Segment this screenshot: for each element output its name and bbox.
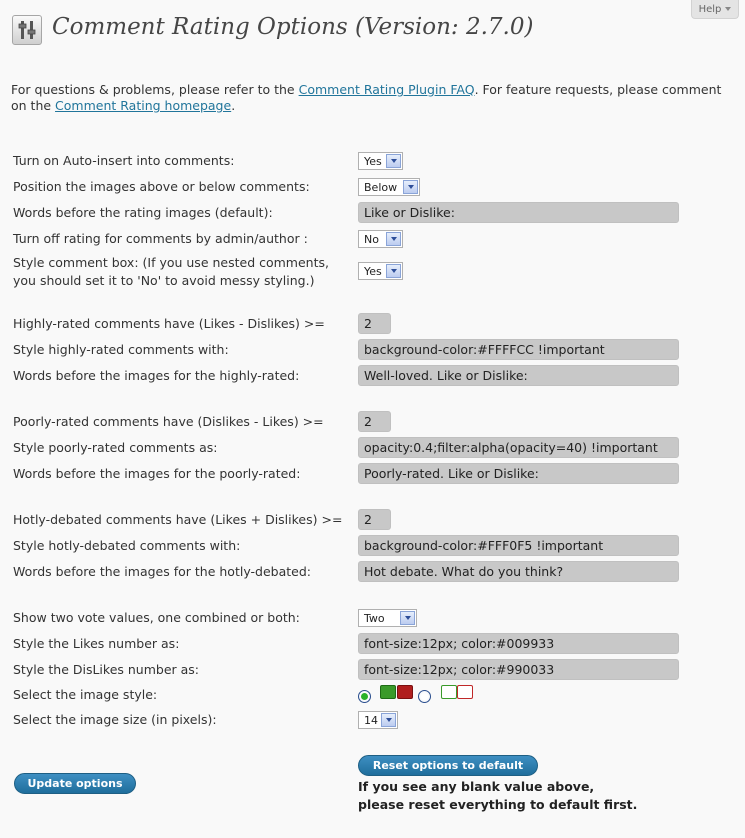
image-style-label: Select the image style: <box>13 687 158 702</box>
intro-part3: . <box>231 98 236 113</box>
intro-part1: For questions & problems, please refer t… <box>11 82 299 97</box>
page-title: Comment Rating Options (Version: 2.7.0) <box>52 14 534 40</box>
high-words-label: Words before the images for the highly-r… <box>13 368 300 383</box>
settings-sliders-icon <box>12 15 42 45</box>
image-size-label: Select the image size (in pixels): <box>13 712 217 727</box>
high-threshold-label: Highly-rated comments have (Likes - Disl… <box>13 316 325 331</box>
words-default-input[interactable]: Like or Dislike: <box>358 202 679 223</box>
update-options-button[interactable]: Update options <box>14 773 136 794</box>
style-box-label: Style comment box: (If you use nested co… <box>13 254 329 290</box>
admin-off-value: No <box>364 232 379 246</box>
image-size-select[interactable]: 14 <box>358 711 398 729</box>
help-label: Help <box>698 3 722 15</box>
style-box-label-line2: you should set it to 'No' to avoid messy… <box>13 273 315 288</box>
high-style-label: Style highly-rated comments with: <box>13 342 229 357</box>
position-label: Position the images above or below comme… <box>13 179 310 194</box>
thumbs-up-icon <box>380 685 396 699</box>
admin-off-label: Turn off rating for comments by admin/au… <box>13 231 308 246</box>
reset-note-line1: If you see any blank value above, <box>358 779 595 794</box>
dislikes-style-input[interactable]: font-size:12px; color:#990033 <box>358 659 679 680</box>
poor-threshold-input[interactable]: 2 <box>358 411 391 432</box>
image-style-radio-2[interactable] <box>418 690 431 703</box>
chevron-down-icon <box>725 7 732 11</box>
reset-note: If you see any blank value above, please… <box>358 778 637 814</box>
style-box-value: Yes <box>364 264 382 278</box>
position-value: Below <box>364 180 398 194</box>
auto-insert-value: Yes <box>364 154 382 168</box>
poor-style-label: Style poorly-rated comments as: <box>13 440 218 455</box>
vote-values-label: Show two vote values, one combined or bo… <box>13 610 300 625</box>
chevron-down-icon <box>381 713 396 727</box>
hot-style-label: Style hotly-debated comments with: <box>13 538 241 553</box>
thumbs-up-outline-icon <box>441 685 457 699</box>
homepage-link[interactable]: Comment Rating homepage <box>55 98 231 113</box>
hot-style-input[interactable]: background-color:#FFF0F5 !important <box>358 535 679 556</box>
poor-threshold-label: Poorly-rated comments have (Dislikes - L… <box>13 414 324 429</box>
high-style-input[interactable]: background-color:#FFFFCC !important <box>358 339 679 360</box>
chevron-down-icon <box>386 232 401 246</box>
hot-words-label: Words before the images for the hotly-de… <box>13 564 311 579</box>
help-button[interactable]: Help <box>691 0 739 19</box>
hot-threshold-input[interactable]: 2 <box>358 509 391 530</box>
reset-note-line2: please reset everything to default first… <box>358 797 638 812</box>
intro-text: For questions & problems, please refer t… <box>11 82 731 114</box>
auto-insert-label: Turn on Auto-insert into comments: <box>13 153 235 168</box>
thumbs-down-outline-icon <box>457 685 473 699</box>
poor-words-label: Words before the images for the poorly-r… <box>13 466 301 481</box>
likes-style-label: Style the Likes number as: <box>13 636 180 651</box>
hot-threshold-label: Hotly-debated comments have (Likes + Dis… <box>13 512 343 527</box>
words-default-label: Words before the rating images (default)… <box>13 205 273 220</box>
chevron-down-icon <box>400 611 415 625</box>
likes-style-input[interactable]: font-size:12px; color:#009933 <box>358 633 679 654</box>
thumbs-down-icon <box>397 685 413 699</box>
dislikes-style-label: Style the DisLikes number as: <box>13 662 200 677</box>
image-size-value: 14 <box>364 713 378 727</box>
chevron-down-icon <box>403 180 418 194</box>
position-select[interactable]: Below <box>358 178 420 196</box>
vote-values-select[interactable]: Two <box>358 609 417 627</box>
high-threshold-input[interactable]: 2 <box>358 313 391 334</box>
chevron-down-icon <box>386 264 401 278</box>
high-words-input[interactable]: Well-loved. Like or Dislike: <box>358 365 679 386</box>
vote-values-value: Two <box>364 611 385 625</box>
chevron-down-icon <box>386 154 401 168</box>
hot-words-input[interactable]: Hot debate. What do you think? <box>358 561 679 582</box>
image-style-radio-1[interactable] <box>358 690 371 703</box>
style-box-label-line1: Style comment box: (If you use nested co… <box>13 255 329 270</box>
poor-words-input[interactable]: Poorly-rated. Like or Dislike: <box>358 463 679 484</box>
faq-link[interactable]: Comment Rating Plugin FAQ <box>299 82 475 97</box>
poor-style-input[interactable]: opacity:0.4;filter:alpha(opacity=40) !im… <box>358 437 679 458</box>
style-box-select[interactable]: Yes <box>358 262 403 280</box>
reset-options-button[interactable]: Reset options to default <box>358 755 538 776</box>
auto-insert-select[interactable]: Yes <box>358 152 403 170</box>
admin-off-select[interactable]: No <box>358 230 403 248</box>
